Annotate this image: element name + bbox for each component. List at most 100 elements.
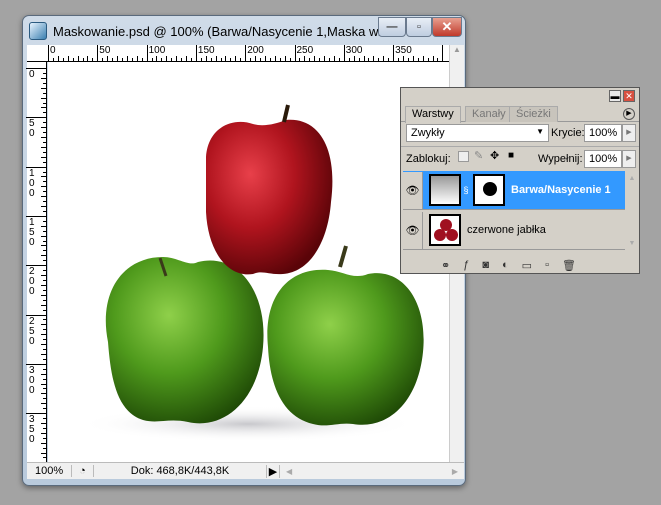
link-layers-icon[interactable]: ⚭ — [441, 259, 450, 272]
lock-brush-icon[interactable]: ✎ — [474, 149, 483, 162]
ruler-tick — [230, 58, 232, 61]
ruler-tick — [43, 102, 46, 104]
ruler-tick — [43, 349, 46, 350]
fill-slider-button[interactable]: ▶ — [622, 150, 636, 168]
blend-mode-select[interactable]: Zwykły ▼ — [406, 124, 549, 142]
ruler-label: 250 — [29, 315, 35, 347]
ruler-tick — [338, 58, 340, 61]
layer-style-icon[interactable]: ƒ — [463, 259, 469, 271]
horizontal-scrollbar[interactable]: ◀ ▶ — [280, 464, 464, 479]
new-adjustment-layer-icon[interactable]: ◐ — [502, 259, 509, 271]
tab-channels[interactable]: Kanały — [465, 106, 513, 122]
ruler-tick — [43, 260, 46, 262]
ruler-tick — [52, 58, 54, 61]
ruler-tick — [161, 58, 163, 61]
layer-row-hue-saturation[interactable]: 👁 § Barwa/Nasycenie 1 — [403, 171, 625, 210]
ruler-tick — [41, 206, 46, 208]
ruler-tick — [259, 58, 261, 61]
panel-menu-icon[interactable]: ▶ — [623, 108, 635, 120]
panel-close-button[interactable]: ✕ — [623, 90, 635, 102]
layers-scrollbar[interactable]: ▲ ▼ — [625, 171, 639, 251]
ruler-tick — [225, 56, 227, 61]
ruler-tick — [43, 112, 46, 114]
ruler-tick — [43, 418, 46, 420]
ruler-tick — [107, 56, 109, 61]
ruler-tick — [43, 240, 46, 242]
delete-layer-icon[interactable]: 🗑 — [562, 259, 576, 272]
ruler-tick — [200, 58, 202, 61]
ruler-tick — [41, 422, 46, 424]
ruler-tick — [195, 45, 197, 61]
fill-input[interactable]: 100% — [584, 150, 622, 168]
ruler-tick — [43, 447, 46, 449]
opacity-input[interactable]: 100% — [584, 124, 622, 142]
status-menu-arrow-icon[interactable]: ▶ — [266, 464, 280, 478]
lock-label: Zablokuj: — [406, 153, 451, 165]
lock-transparency-icon[interactable] — [458, 151, 469, 162]
ruler-label: 150 — [29, 216, 35, 248]
panel-minimize-button[interactable]: ▬ — [609, 90, 621, 102]
ruler-vertical[interactable]: 0 50 100 150 200 250 300 350 — [26, 62, 47, 462]
ruler-tick — [41, 156, 46, 158]
ruler-tick — [141, 58, 143, 61]
scroll-up-arrow-icon[interactable]: ▲ — [453, 45, 461, 54]
scroll-left-icon[interactable]: ◀ — [286, 467, 292, 476]
minimize-button[interactable]: — — [378, 17, 406, 37]
ruler-tick — [289, 58, 291, 61]
lock-move-icon[interactable]: ✥ — [490, 149, 499, 162]
opacity-slider-button[interactable]: ▶ — [622, 124, 636, 142]
status-info-icon[interactable]: ◔ — [72, 465, 94, 477]
ruler-tick — [43, 299, 46, 301]
ruler-tick — [87, 56, 89, 61]
visibility-eye-icon[interactable]: 👁 — [403, 171, 423, 209]
ruler-tick — [269, 58, 271, 61]
ruler-tick — [41, 275, 46, 277]
image-canvas[interactable] — [48, 62, 449, 462]
ruler-tick — [41, 344, 46, 346]
mask-link-icon[interactable]: § — [461, 185, 471, 195]
ruler-tick — [41, 334, 46, 336]
layer-mask-thumbnail[interactable] — [473, 174, 505, 206]
ruler-tick — [43, 122, 46, 124]
zoom-level[interactable]: 100% — [27, 465, 72, 477]
ruler-tick — [348, 58, 350, 61]
fill-label: Wypełnij: — [538, 153, 583, 165]
ruler-tick — [43, 171, 46, 173]
ruler-tick — [299, 58, 301, 61]
layer-row-red-apples[interactable]: 👁 czerwone jabłka — [403, 211, 625, 250]
new-layer-icon[interactable]: ▫ — [545, 259, 549, 271]
add-mask-icon[interactable]: ◙ — [482, 259, 489, 271]
ruler-tick — [304, 56, 306, 61]
ruler-label: 200 — [29, 266, 35, 298]
title-bar[interactable]: Maskowanie.psd @ 100% (Barwa/Nasycenie 1… — [29, 20, 388, 42]
ruler-tick — [43, 457, 46, 459]
ruler-tick — [373, 56, 375, 61]
opacity-label: Krycie: — [551, 127, 585, 139]
ruler-tick — [264, 56, 266, 61]
close-button[interactable]: ✕ — [432, 17, 462, 37]
ruler-tick — [43, 210, 46, 212]
visibility-eye-icon[interactable]: 👁 — [403, 211, 423, 249]
status-bar: 100% ◔ Dok: 468,8K/443,8K ▶ ◀ ▶ — [27, 462, 464, 479]
ruler-tick — [363, 56, 365, 61]
tab-layers[interactable]: Warstwy — [405, 106, 461, 123]
ruler-tick — [43, 220, 46, 222]
maximize-button[interactable]: ▫ — [406, 17, 432, 37]
lock-all-icon[interactable]: ■ — [508, 150, 514, 161]
ruler-tick — [43, 408, 46, 410]
ruler-tick — [368, 58, 370, 61]
ruler-label: 50 — [29, 118, 35, 140]
ruler-tick — [324, 56, 326, 61]
scroll-right-icon[interactable]: ▶ — [452, 467, 458, 476]
new-group-icon[interactable]: ▭ — [522, 259, 532, 272]
ruler-horizontal[interactable]: 0 50 100 150 200 250 300 350 — [27, 45, 449, 62]
ruler-tick — [41, 432, 46, 434]
ruler-tick — [41, 353, 46, 355]
ruler-tick — [309, 58, 311, 61]
tab-paths[interactable]: Ścieżki — [509, 106, 558, 122]
ruler-tick — [41, 225, 46, 227]
ruler-label: 350 — [29, 414, 35, 446]
ruler-tick — [48, 45, 49, 61]
ruler-tick — [41, 196, 46, 198]
ruler-tick — [422, 56, 424, 61]
